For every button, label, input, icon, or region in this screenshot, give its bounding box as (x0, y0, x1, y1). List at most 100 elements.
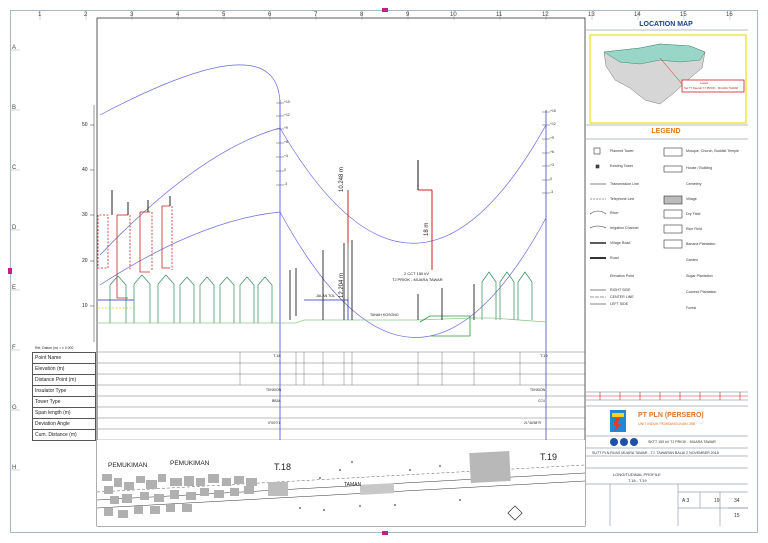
table-row-label: Cum. Distance (m) (32, 429, 96, 441)
revision-number: 15 (734, 513, 740, 519)
table-row-label: Insulator Type (32, 385, 96, 397)
job-line: SUTT PLN RUAS MUARA TAWAR - TJ. TAWARAN … (592, 451, 719, 455)
legend-item: Garden (686, 258, 698, 262)
tower-scale-label: +9 (550, 136, 554, 140)
tower-scale-label: +12 (550, 122, 556, 126)
table-row-label: Point Name (32, 352, 96, 364)
point-name-left: T.18 (273, 353, 281, 358)
legend-item: Sugar Plantation (686, 274, 713, 278)
profile-table-grid (97, 351, 585, 441)
legend-item: Telephone Line (610, 197, 635, 201)
sheet-total: 34 (734, 498, 740, 504)
insulator-left: TENSION (266, 388, 282, 392)
deviation-right: 21°46'58"R (524, 421, 541, 425)
legend-item: Rice Field (686, 227, 702, 231)
legend-item: Forest (686, 306, 697, 310)
point-name-right: T.19 (540, 353, 548, 358)
profile-data-table: Point Name Elevation (m) Distance Point … (32, 352, 96, 441)
grid-col-label: 2 (84, 12, 88, 18)
elevation-tick-label: 20 (82, 258, 88, 264)
ground-profile (98, 299, 547, 337)
plan-view (96, 440, 586, 526)
grid-row-label: F (12, 345, 16, 351)
grid-row-label: C (12, 165, 17, 171)
location-callout: Sel TT Daerah TJ PRIOK - MUARA TAWAR (684, 86, 739, 90)
legend-item: Planned Tower (610, 149, 634, 153)
plan-label: TAMAN (344, 482, 362, 488)
sheet-number: 19 (714, 498, 720, 504)
pln-logo (610, 410, 626, 432)
legend-item: Existing Tower (610, 164, 634, 168)
tower-scale-label: +3 (284, 154, 288, 158)
legend-item: Transmission Line (610, 182, 640, 186)
frame-marker-bottom (382, 531, 388, 535)
datum-note: Ref. Datum (m) = ± 0.000 (35, 346, 74, 350)
table-row-label: Distance Point (m) (32, 374, 96, 386)
plan-tower-t19: T.19 (540, 452, 558, 462)
grid-col-label: 16 (726, 12, 733, 18)
grid-col-label: 13 (588, 12, 595, 18)
grid-col-label: 8 (360, 12, 364, 18)
company-unit: UNIT INDUK PEMBANGUNAN JBB (638, 422, 696, 426)
grid-col-label: 11 (496, 12, 503, 18)
legend-item: RIGHT SIDE (610, 288, 631, 292)
legend-item: Coconut Plantation (686, 290, 717, 294)
ground-markers (289, 240, 475, 320)
legend-item: Village Road (610, 241, 631, 245)
legend-item: CENTER LINE (610, 295, 634, 299)
clearance-label-right: 18 m (424, 222, 430, 236)
table-row-label: Deviation Angle (32, 418, 96, 430)
legend-item: Irrigation Channel (610, 226, 639, 230)
tower-scale-label: +12 (284, 113, 290, 117)
grid-col-label: 3 (130, 12, 134, 18)
tower-scale-label: -3 (284, 182, 288, 186)
drawing-subtitle: T.18 - T.19 (628, 478, 647, 483)
frame-marker-left (8, 268, 12, 274)
tower-scale-label: +6 (550, 150, 554, 154)
table-row-label: Elevation (m) (32, 363, 96, 375)
elevation-axis (90, 105, 95, 342)
legend-item: River (610, 211, 619, 215)
legend-title: LEGEND (651, 128, 681, 135)
clearance-label-lower: 12.204 m (339, 272, 345, 298)
company-name: PT PLN (PERSERO) (638, 412, 704, 419)
tower-scale-label: 0 (284, 168, 286, 172)
table-row-label: Span length (m) (32, 407, 96, 419)
location-map-shape (589, 34, 747, 124)
crossing-annotation: TANAH KOSONG (370, 313, 399, 317)
clearance-lines (347, 189, 433, 270)
sag-label: 2 CCT 150 kV (404, 271, 430, 276)
tower-scale-label: +10 (284, 100, 290, 104)
grid-col-label: 14 (634, 12, 641, 18)
legend-item: Cemetery (686, 182, 702, 186)
tower-scale-label: +6 (284, 140, 288, 144)
elevation-tick-label: 50 (82, 122, 88, 128)
grid-col-label: 7 (314, 12, 318, 18)
legend-item: Banana Plantation (686, 242, 716, 246)
elevation-tick-label: 40 (82, 167, 88, 173)
insulator-right: TENSION (530, 388, 546, 392)
tower-scale-label: +9 (284, 126, 288, 130)
frame-marker-top (382, 8, 388, 12)
deviation-left: 0°00'0"L (268, 421, 281, 425)
legend-item: House / Building (686, 166, 713, 170)
grid-col-label: 9 (406, 12, 410, 18)
left-building-markers (111, 190, 171, 215)
grid-col-label: 4 (176, 12, 180, 18)
sag-label: TJ PRIOK - MUARA TAWAR (392, 277, 443, 282)
legend-item: Village (686, 197, 697, 201)
grid-col-label: 15 (680, 12, 687, 18)
grid-col-label: 6 (268, 12, 272, 18)
grid-col-label: 10 (450, 12, 457, 18)
plan-tower-t18: T.18 (274, 462, 292, 472)
legend-item: Road (610, 256, 619, 260)
plan-label: PEMUKIMAN (170, 460, 210, 467)
paper-size: A 3 (682, 498, 690, 504)
clearance-label-vertical: 10.248 m (339, 166, 345, 192)
drawing-title: LONGITUDINAL PROFILE (613, 472, 661, 477)
tower-type-right: CC4 (538, 399, 545, 403)
tower-scale-label: -3 (550, 190, 554, 194)
location-map-title: LOCATION MAP (639, 21, 693, 28)
grid-col-label: 5 (222, 12, 226, 18)
location-callout: Lokasi (700, 81, 709, 85)
